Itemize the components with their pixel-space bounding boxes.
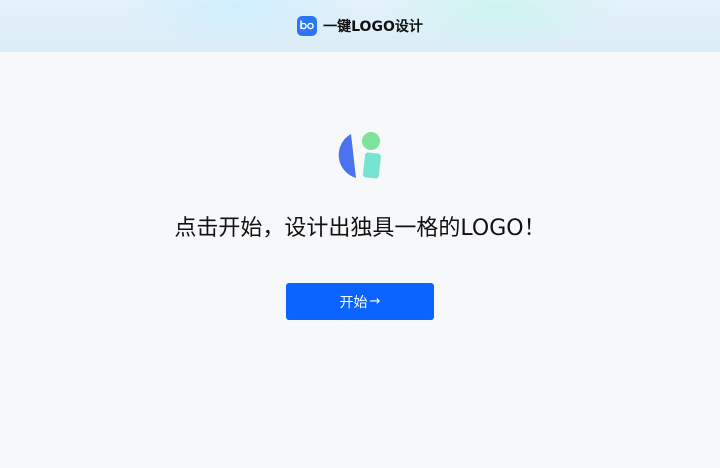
app-title: 一键LOGO设计 [323, 19, 423, 35]
brand[interactable]: 一键LOGO设计 [297, 16, 423, 36]
top-header: 一键LOGO设计 [0, 0, 720, 52]
start-button[interactable]: 开始 → [286, 283, 434, 320]
arrow-right-icon: → [369, 294, 381, 309]
page-headline: 点击开始，设计出独具一格的LOGO！ [174, 216, 546, 241]
start-button-label: 开始 [339, 294, 368, 311]
colorful-shapes-logo-icon [334, 130, 388, 182]
logo-glyph-icon [297, 16, 318, 36]
